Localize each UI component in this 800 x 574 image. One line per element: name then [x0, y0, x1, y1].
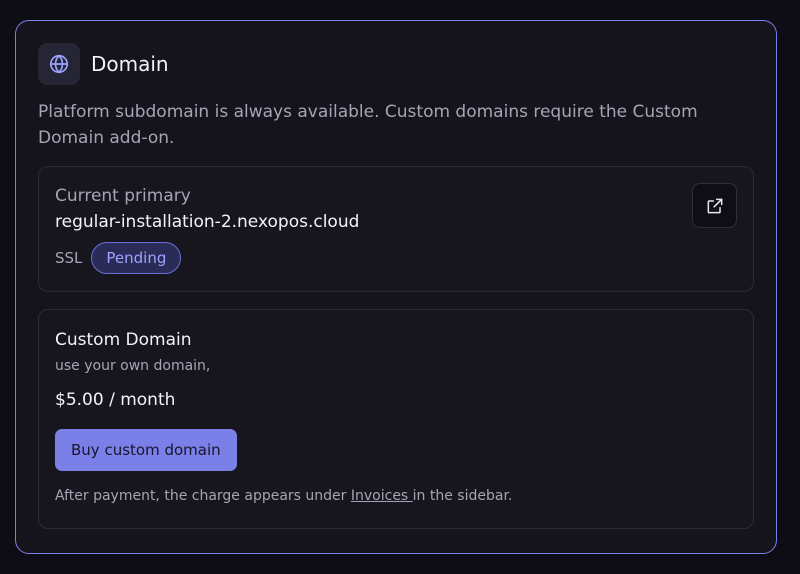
external-link-icon — [707, 198, 722, 213]
payment-note: After payment, the charge appears under … — [55, 486, 737, 506]
ssl-label: SSL — [55, 249, 83, 267]
note-text-before: After payment, the charge appears under — [55, 488, 351, 504]
addon-subtitle: use your own domain, — [55, 358, 211, 374]
addon-price: $5.00 / month — [55, 390, 176, 410]
current-primary-label: Current primary — [55, 186, 191, 206]
ssl-status-badge: Pending — [91, 242, 182, 274]
buy-custom-domain-button[interactable]: Buy custom domain — [55, 429, 237, 471]
domain-icon-box — [38, 43, 80, 85]
card-header: Domain — [38, 42, 754, 86]
globe-icon — [49, 54, 69, 74]
card-description: Platform subdomain is always available. … — [38, 102, 698, 148]
open-domain-button[interactable] — [692, 183, 737, 228]
addon-title: Custom Domain — [55, 330, 192, 350]
domain-card: Domain Platform subdomain is always avai… — [15, 20, 777, 554]
current-primary-panel: Current primary regular-installation-2.n… — [38, 166, 754, 292]
note-text-after: in the sidebar. — [412, 488, 513, 504]
ssl-row: SSL Pending — [55, 242, 737, 274]
invoices-link[interactable]: Invoices — [351, 488, 413, 504]
card-title: Domain — [91, 52, 169, 76]
custom-domain-addon-panel: Custom Domain use your own domain, $5.00… — [38, 309, 754, 529]
primary-domain-value: regular-installation-2.nexopos.cloud — [55, 212, 360, 232]
